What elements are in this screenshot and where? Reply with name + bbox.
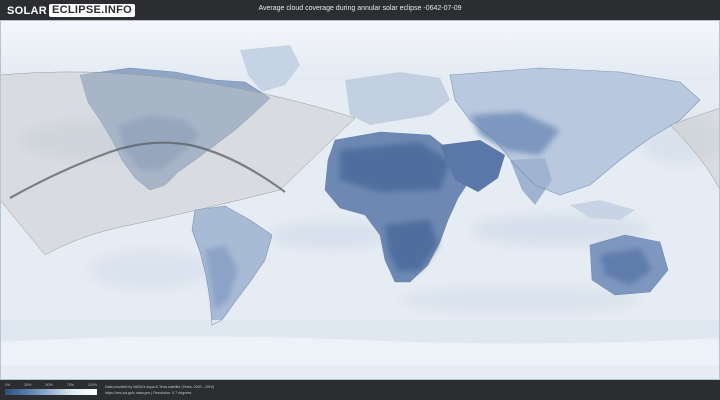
credits-line-url[interactable]: https://neo.sci.gsfc.nasa.gov | Resoluti… [105, 391, 214, 397]
world-map-svg [0, 20, 720, 380]
footer-bar: 0% 25% 50% 75% 100% Data provided by NAS… [0, 380, 720, 400]
cloud-coverage-legend [5, 389, 97, 395]
cloud-coverage-map [0, 20, 720, 380]
credits-line-source: Data provided by NASA's Aqua & Terra sat… [105, 385, 214, 389]
header-bar: SOLAR ECLIPSE.INFO Average cloud coverag… [0, 0, 720, 20]
data-credits: Data provided by NASA's Aqua & Terra sat… [105, 385, 214, 396]
page-title: Average cloud coverage during annular so… [258, 5, 462, 12]
